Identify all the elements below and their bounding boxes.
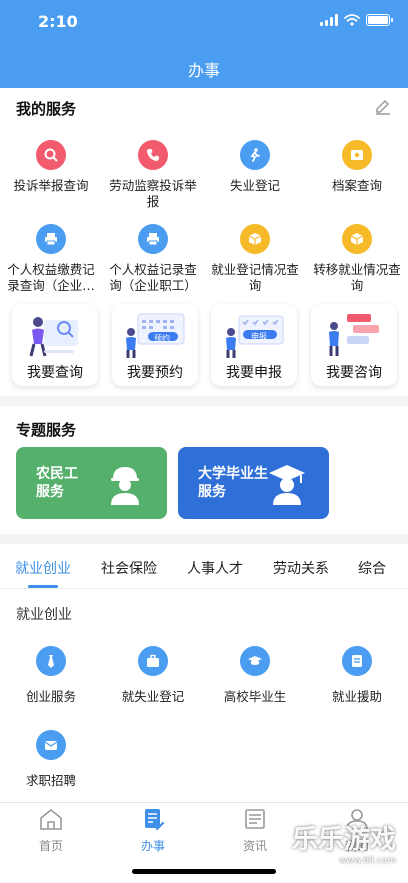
service-unemployment-register[interactable]: 失业登记 bbox=[204, 140, 306, 194]
search-magnifier-icon bbox=[36, 140, 66, 170]
service-transfer-employment-query[interactable]: 转移就业情况查询 bbox=[306, 224, 408, 294]
query-illustration bbox=[29, 317, 78, 357]
service-labor-inspection[interactable]: 劳动监察投诉举报 bbox=[102, 140, 204, 210]
tab-social-insurance[interactable]: 社会保险 bbox=[101, 558, 157, 578]
service-archive-query[interactable]: 档案查询 bbox=[306, 140, 408, 194]
home-icon bbox=[40, 808, 62, 830]
tie-icon bbox=[36, 646, 66, 676]
divider bbox=[0, 588, 408, 589]
graduate-cap-icon bbox=[269, 465, 305, 505]
action-appointment-card[interactable]: 预约 我要预约 bbox=[112, 304, 198, 386]
printer-icon bbox=[36, 224, 66, 254]
graduate-cap-icon bbox=[240, 646, 270, 676]
printer-icon bbox=[138, 224, 168, 254]
newspaper-icon bbox=[245, 809, 265, 829]
tab-personnel-talent[interactable]: 人事人才 bbox=[187, 558, 243, 578]
document-icon bbox=[342, 646, 372, 676]
box-icon bbox=[342, 224, 372, 254]
category-startup-service[interactable]: 创业服务 bbox=[0, 646, 102, 705]
running-person-icon bbox=[240, 140, 270, 170]
section-title: 专题服务 bbox=[16, 421, 77, 439]
status-bar: 2:10 bbox=[0, 0, 408, 44]
category-heading: 就业创业 bbox=[16, 607, 72, 623]
action-declare-card[interactable]: 申报 我要申报 bbox=[211, 304, 297, 386]
service-personal-rights-record[interactable]: 个人权益记录查询（企业职工） bbox=[102, 224, 204, 294]
service-complaint-query[interactable]: 投诉举报查询 bbox=[0, 140, 102, 194]
consult-illustration bbox=[329, 314, 379, 356]
tab-labor-relations[interactable]: 劳动关系 bbox=[273, 558, 329, 578]
action-consult-card[interactable]: 我要咨询 bbox=[311, 304, 397, 386]
watermark: 乐乐游戏 www.6ll.com bbox=[292, 825, 397, 866]
category-college-graduate[interactable]: 高校毕业生 bbox=[204, 646, 306, 705]
nav-services[interactable]: 办事 bbox=[102, 807, 204, 854]
nav-home[interactable]: 首页 bbox=[0, 807, 102, 854]
app-header: 2:10 办事 bbox=[0, 0, 408, 88]
wifi-icon bbox=[344, 14, 360, 26]
topic-graduate-card[interactable]: 大学毕业生 服务 bbox=[178, 447, 329, 519]
section-title: 我的服务 bbox=[16, 100, 77, 118]
nav-news[interactable]: 资讯 bbox=[204, 807, 306, 854]
tab-employment[interactable]: 就业创业 bbox=[15, 558, 71, 578]
battery-icon bbox=[366, 14, 393, 26]
edit-pencil-icon[interactable] bbox=[374, 98, 392, 116]
home-indicator bbox=[132, 869, 276, 874]
tab-general[interactable]: 综合 bbox=[358, 558, 386, 578]
action-query-card[interactable]: 我要查询 bbox=[12, 304, 98, 386]
box-icon bbox=[240, 224, 270, 254]
folder-icon bbox=[342, 140, 372, 170]
category-job-recruitment[interactable]: 求职招聘 bbox=[0, 730, 102, 789]
category-employment-register[interactable]: 就失业登记 bbox=[102, 646, 204, 705]
document-pen-icon bbox=[145, 809, 165, 831]
topic-migrant-worker-card[interactable]: 农民工 服务 bbox=[16, 447, 167, 519]
cellular-signal-icon bbox=[320, 14, 338, 26]
service-personal-payment-record[interactable]: 个人权益缴费记录查询（企业职工） bbox=[0, 224, 102, 294]
phone-icon bbox=[138, 140, 168, 170]
worker-helmet-icon bbox=[111, 467, 139, 505]
page-title: 办事 bbox=[187, 61, 220, 80]
category-tabs: 就业创业 社会保险 人事人才 劳动关系 综合 bbox=[0, 548, 408, 588]
briefcase-icon bbox=[138, 646, 168, 676]
envelope-icon bbox=[36, 730, 66, 760]
status-time: 2:10 bbox=[38, 12, 78, 31]
service-employment-register-query[interactable]: 就业登记情况查询 bbox=[204, 224, 306, 294]
category-employment-assistance[interactable]: 就业援助 bbox=[306, 646, 408, 705]
